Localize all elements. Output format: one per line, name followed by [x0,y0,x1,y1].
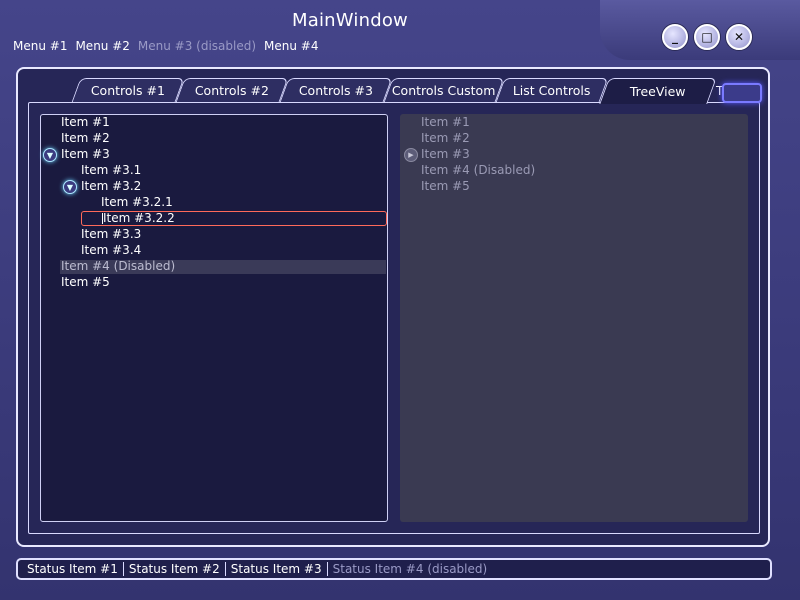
main-window: MainWindow _ □ ✕ Menu #1 Menu #2 Menu #3… [0,0,800,600]
tree-item-disabled: Item #2 [421,131,470,145]
tab-label: Controls Custom [392,83,496,98]
tree-item-disabled: Item #5 [421,179,470,193]
minimize-button[interactable]: _ [662,24,688,50]
menu-item-1[interactable]: Menu #1 [13,39,67,53]
menu-bar: Menu #1 Menu #2 Menu #3 (disabled) Menu … [13,39,319,53]
status-item-3: Status Item #3 [230,562,322,576]
menu-item-4[interactable]: Menu #4 [264,39,318,53]
tree-item-selected[interactable]: Item #3.2.2 [103,211,175,226]
status-item-1: Status Item #1 [27,562,118,576]
tree-item-disabled: Item #4 (Disabled) [421,163,536,177]
tree-item[interactable]: Item #2 [61,131,110,146]
collapsed-toggle-icon: ▶ [404,148,418,162]
caption-buttons: _ □ ✕ [662,24,752,50]
tab-controls-2[interactable]: Controls #2 [175,78,289,102]
minimize-icon: _ [672,30,678,44]
tree-item-disabled: Item #3 [421,147,470,161]
tree-item[interactable]: Item #5 [61,275,110,290]
tab-list-controls[interactable]: List Controls [495,78,609,102]
menu-item-2[interactable]: Menu #2 [75,39,129,53]
tree-item-disabled: Item #4 (Disabled) [61,259,176,273]
tree-item-disabled: Item #1 [421,115,470,129]
status-item-2: Status Item #2 [128,562,220,576]
menu-item-3-disabled: Menu #3 (disabled) [137,39,257,53]
status-bar: Status Item #1 Status Item #2 Status Ite… [16,558,772,580]
tab-label: Controls #3 [298,83,373,98]
tree-item[interactable]: Item #3.1 [81,163,141,178]
tree-item[interactable]: Item #3 [61,147,110,162]
tab-label: Controls #2 [194,83,269,98]
tab-controls-custom[interactable]: Controls Custom [383,78,505,102]
text-caret [102,213,103,224]
close-button[interactable]: ✕ [726,24,752,50]
tree-item[interactable]: Item #3.4 [81,243,141,258]
expand-toggle-icon[interactable]: ▼ [43,148,57,162]
close-icon: ✕ [733,30,745,44]
tree-item[interactable]: Item #1 [61,115,110,130]
tab-label: List Controls [513,83,591,98]
tab-label: Controls #1 [90,83,165,98]
maximize-icon: □ [701,30,713,44]
tab-treeview[interactable]: TreeView [599,78,717,104]
tree-item[interactable]: Item #3.3 [81,227,141,242]
expand-toggle-icon[interactable]: ▼ [63,180,77,194]
maximize-button[interactable]: □ [694,24,720,50]
tree-item[interactable]: Item #3.2 [81,179,141,194]
tree-item[interactable]: Item #3.2.1 [101,195,173,210]
tab-controls-3[interactable]: Controls #3 [279,78,393,102]
tab-label: TreeView [629,84,686,99]
status-item-4-disabled: Status Item #4 (disabled) [332,562,488,576]
tab-controls-1[interactable]: Controls #1 [71,78,185,102]
tab-scroll-button[interactable] [722,83,762,103]
